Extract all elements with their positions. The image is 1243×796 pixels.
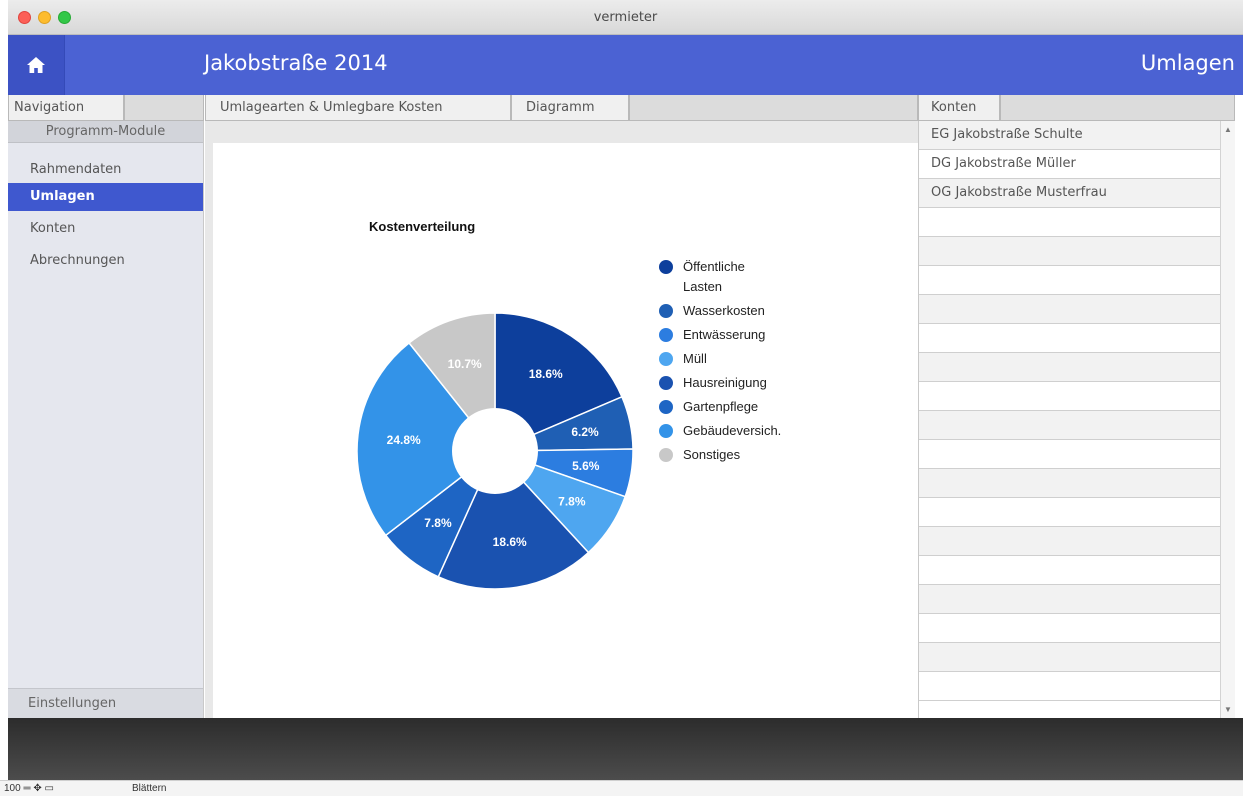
tab-diagramm[interactable]: Diagramm bbox=[511, 95, 629, 121]
konten-row-empty bbox=[919, 208, 1221, 237]
tab-konten[interactable]: Konten bbox=[918, 95, 1000, 121]
konten-row-eg-schulte[interactable]: EG Jakobstraße Schulte bbox=[919, 121, 1221, 150]
konten-row-empty bbox=[919, 266, 1221, 295]
legend-item: Wasserkosten bbox=[659, 301, 819, 321]
legend-swatch bbox=[659, 400, 673, 414]
panel-left-strip bbox=[205, 143, 213, 718]
tab-navigation[interactable]: Navigation bbox=[8, 95, 124, 121]
konten-scrollbar[interactable]: ▲ ▼ bbox=[1220, 121, 1235, 718]
module-title: Umlagen bbox=[1140, 51, 1235, 75]
legend-item: Müll bbox=[659, 349, 819, 369]
legend-item: Gartenpflege bbox=[659, 397, 819, 417]
legend-swatch bbox=[659, 352, 673, 366]
konten-row-empty bbox=[919, 614, 1221, 643]
legend-swatch bbox=[659, 304, 673, 318]
konten-row-empty bbox=[919, 527, 1221, 556]
legend-item: Sonstiges bbox=[659, 445, 819, 465]
sidebar-item-rahmendaten[interactable]: Rahmendaten bbox=[8, 156, 203, 184]
konten-row-og-musterfrau[interactable]: OG Jakobstraße Musterfrau bbox=[919, 179, 1221, 208]
konten-row-dg-mueller[interactable]: DG Jakobstraße Müller bbox=[919, 150, 1221, 179]
zoom-level[interactable]: 100 ═ ✥ ▭ bbox=[4, 781, 54, 796]
tab-spacer bbox=[629, 95, 918, 121]
status-bar: 100 ═ ✥ ▭ Blättern bbox=[0, 780, 1243, 796]
legend-item: Hausreinigung bbox=[659, 373, 819, 393]
bottom-toolbar bbox=[8, 718, 1243, 780]
sidebar-section-header: Programm-Module bbox=[8, 121, 203, 143]
konten-row-empty bbox=[919, 237, 1221, 266]
slice-label: 18.6% bbox=[493, 535, 527, 549]
legend-swatch bbox=[659, 424, 673, 438]
konten-list: EG Jakobstraße Schulte DG Jakobstraße Mü… bbox=[918, 121, 1221, 718]
scroll-down-icon[interactable]: ▼ bbox=[1224, 705, 1232, 714]
slice-label: 18.6% bbox=[529, 367, 563, 381]
sidebar-item-konten[interactable]: Konten bbox=[8, 215, 203, 243]
donut-hole bbox=[452, 408, 538, 494]
legend-swatch bbox=[659, 260, 673, 274]
zoom-controls-icon[interactable]: ═ ✥ ▭ bbox=[23, 783, 53, 794]
legend-label: Wasserkosten bbox=[683, 303, 765, 318]
app-header: Jakobstraße 2014 Umlagen bbox=[8, 35, 1243, 95]
chart-title: Kostenverteilung bbox=[369, 219, 476, 234]
konten-row-empty bbox=[919, 411, 1221, 440]
legend-label: Entwässerung bbox=[683, 327, 766, 342]
pie-chart: 18.6% 6.2% 5.6% 7.8% 18.6% 7.8% 24.8% 10.7% bbox=[356, 312, 634, 590]
legend-item: Gebäudeversich. bbox=[659, 421, 819, 441]
legend-item: Öffentliche Lasten bbox=[659, 257, 819, 297]
konten-row-empty bbox=[919, 440, 1221, 469]
konten-row-empty bbox=[919, 643, 1221, 672]
tab-umlagearten[interactable]: Umlagearten & Umlegbare Kosten bbox=[205, 95, 511, 121]
konten-row-empty bbox=[919, 556, 1221, 585]
legend-swatch bbox=[659, 328, 673, 342]
sidebar-item-einstellungen[interactable]: Einstellungen bbox=[8, 688, 203, 718]
home-icon bbox=[27, 57, 45, 73]
slice-label: 6.2% bbox=[571, 425, 599, 439]
konten-row-empty bbox=[919, 295, 1221, 324]
legend-label: Gebäudeversich. bbox=[683, 423, 782, 438]
legend-label: Hausreinigung bbox=[683, 375, 767, 390]
legend-label: Müll bbox=[683, 351, 707, 366]
slice-label: 7.8% bbox=[424, 516, 452, 530]
sidebar: Programm-Module Rahmendaten Umlagen Kont… bbox=[8, 121, 204, 718]
sidebar-item-umlagen[interactable]: Umlagen bbox=[8, 183, 203, 211]
slice-label: 10.7% bbox=[448, 357, 482, 371]
konten-row-empty bbox=[919, 324, 1221, 353]
tab-spacer bbox=[1000, 95, 1235, 121]
legend-swatch bbox=[659, 448, 673, 462]
chart-panel: Kostenverteilung 18.6% 6.2% 5.6% 7.8% 18.6% 7… bbox=[205, 121, 918, 718]
legend-label: Sonstiges bbox=[683, 447, 741, 462]
legend-swatch bbox=[659, 376, 673, 390]
konten-row-empty bbox=[919, 469, 1221, 498]
window-title: vermieter bbox=[593, 10, 658, 25]
title-bar: vermieter bbox=[8, 0, 1243, 35]
legend-item: Entwässerung bbox=[659, 325, 819, 345]
mode-indicator[interactable]: Blättern bbox=[132, 781, 166, 796]
konten-row-empty bbox=[919, 382, 1221, 411]
konten-row-empty bbox=[919, 672, 1221, 701]
tab-spacer bbox=[124, 95, 204, 121]
panel-top-strip bbox=[205, 121, 918, 143]
konten-row-empty bbox=[919, 585, 1221, 614]
slice-label: 5.6% bbox=[572, 459, 600, 473]
slice-label: 7.8% bbox=[558, 495, 586, 509]
legend-label: Gartenpflege bbox=[683, 399, 759, 414]
konten-row-empty bbox=[919, 498, 1221, 527]
app-window: vermieter Jakobstraße 2014 Umlagen Navig… bbox=[0, 0, 1243, 796]
konten-row-empty bbox=[919, 353, 1221, 382]
slice-label: 24.8% bbox=[387, 433, 421, 447]
scroll-up-icon[interactable]: ▲ bbox=[1224, 125, 1232, 134]
chart-legend: Öffentliche Lasten Wasserkosten Entwässeru… bbox=[659, 257, 819, 469]
home-button[interactable] bbox=[8, 35, 65, 95]
page-title: Jakobstraße 2014 bbox=[204, 51, 388, 75]
sidebar-item-abrechnungen[interactable]: Abrechnungen bbox=[8, 247, 203, 275]
legend-label: Öffentliche Lasten bbox=[683, 259, 745, 294]
